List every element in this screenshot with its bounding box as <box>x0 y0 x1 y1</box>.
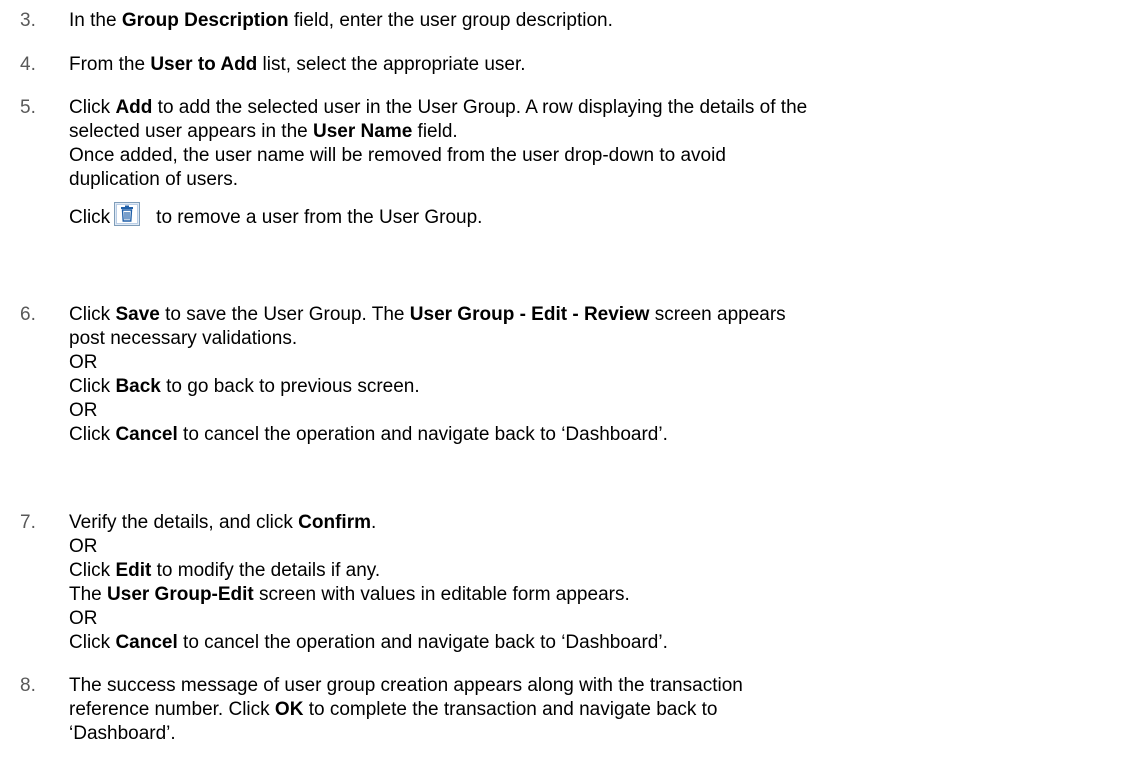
text-run: Verify the details, and click <box>69 512 299 533</box>
text-run: reference number. Click <box>69 699 275 720</box>
step-number: 5. <box>20 97 36 118</box>
text-run: selected user appears in the <box>69 121 313 142</box>
text-run: Click <box>69 207 111 228</box>
step-number: 6. <box>20 304 36 325</box>
step-line: post necessary validations. <box>69 327 1109 351</box>
step-line: Verify the details, and click Confirm. <box>69 511 1109 535</box>
ui-term: Group Description <box>121 10 289 31</box>
text-run: to complete the transaction and navigate… <box>303 699 718 720</box>
step-text: Verify the details, and click Confirm. OR… <box>69 511 1109 655</box>
trash-icon <box>114 202 141 226</box>
text-run: OR <box>69 352 98 373</box>
text-run: OR <box>69 608 98 629</box>
step-line: Click Add to add the selected user in th… <box>69 96 1109 120</box>
step-line: OR <box>69 535 1109 559</box>
step-line: Click Save to save the User Group. The U… <box>69 303 1109 327</box>
text-run: Once added, the user name will be remove… <box>69 145 726 166</box>
step-text: The success message of user group creati… <box>69 674 1109 746</box>
text-run: screen appears <box>649 304 786 325</box>
text-run: to cancel the operation and navigate bac… <box>177 424 668 445</box>
text-run: Click <box>69 424 116 445</box>
text-run: post necessary validations. <box>69 328 298 349</box>
text-run: to cancel the operation and navigate bac… <box>177 632 668 653</box>
step-line: The User Group-Edit screen with values i… <box>69 583 1109 607</box>
text-run: ‘Dashboard’. <box>69 723 176 744</box>
step-line: Once added, the user name will be remove… <box>69 144 1109 168</box>
text-run: field, enter the user group description. <box>288 10 613 31</box>
step-line: In the Group Description field, enter th… <box>69 9 1109 33</box>
step-line: Click Back to go back to previous screen… <box>69 375 1109 399</box>
ui-term: Cancel <box>115 424 178 445</box>
step-line: ‘Dashboard’. <box>69 722 1109 746</box>
text-run: From the <box>69 54 151 75</box>
text-run: OR <box>69 400 98 421</box>
ui-term: Confirm <box>298 512 371 533</box>
text-run: to save the User Group. The <box>159 304 410 325</box>
step-line: duplication of users. <box>69 168 1109 192</box>
step-number: 7. <box>20 512 36 533</box>
ui-term: Edit <box>115 560 152 581</box>
text-run: Click <box>69 560 116 581</box>
step-line: Click Cancel to cancel the operation and… <box>69 631 1109 655</box>
text-run: The <box>69 584 108 605</box>
step-line: OR <box>69 399 1109 423</box>
text-run: to remove a user from the User Group. <box>156 207 483 228</box>
step-line: Click Cancel to cancel the operation and… <box>69 423 1109 447</box>
step-number: 3. <box>20 10 36 31</box>
step-text: From the User to Add list, select the ap… <box>69 53 1109 77</box>
text-run: to go back to previous screen. <box>160 376 420 397</box>
text-run: field. <box>412 121 458 142</box>
text-run: Click <box>69 632 116 653</box>
ui-term: User to Add <box>150 54 258 75</box>
ui-term: User Group - Edit - Review <box>409 304 650 325</box>
step-line: selected user appears in the User Name f… <box>69 120 1109 144</box>
text-run: Click <box>69 304 116 325</box>
step-line: Click to remove a user from the User Grou… <box>69 202 1109 230</box>
ui-term: Back <box>115 376 161 397</box>
text-run: . <box>371 512 377 533</box>
step-text: In the Group Description field, enter th… <box>69 9 1109 33</box>
step-number: 8. <box>20 675 36 696</box>
ui-term: Cancel <box>115 632 178 653</box>
ui-term: OK <box>274 699 304 720</box>
step-number: 4. <box>20 54 36 75</box>
step-line: OR <box>69 351 1109 375</box>
text-run: to add the selected user in the User Gro… <box>152 97 808 118</box>
text-run: The success message of user group creati… <box>69 675 743 696</box>
text-run: list, select the appropriate user. <box>257 54 526 75</box>
text-run: In the <box>69 10 122 31</box>
step-line: From the User to Add list, select the ap… <box>69 53 1109 77</box>
ui-term: Add <box>115 97 153 118</box>
step-line: OR <box>69 607 1109 631</box>
step-text: Click Add to add the selected user in th… <box>69 96 1109 230</box>
ui-term: User Name <box>313 121 413 142</box>
ui-term: User Group-Edit <box>107 584 254 605</box>
step-line: The success message of user group creati… <box>69 674 1109 698</box>
step-line: reference number. Click OK to complete t… <box>69 698 1109 722</box>
text-run: duplication of users. <box>69 169 238 190</box>
ui-term: Save <box>115 304 160 325</box>
text-run: OR <box>69 536 98 557</box>
step-line: Click Edit to modify the details if any. <box>69 559 1109 583</box>
text-run: screen with values in editable form appe… <box>253 584 630 605</box>
text-run: to modify the details if any. <box>151 560 381 581</box>
text-run: Click <box>69 376 116 397</box>
text-run: Click <box>69 97 116 118</box>
step-text: Click Save to save the User Group. The U… <box>69 303 1109 447</box>
